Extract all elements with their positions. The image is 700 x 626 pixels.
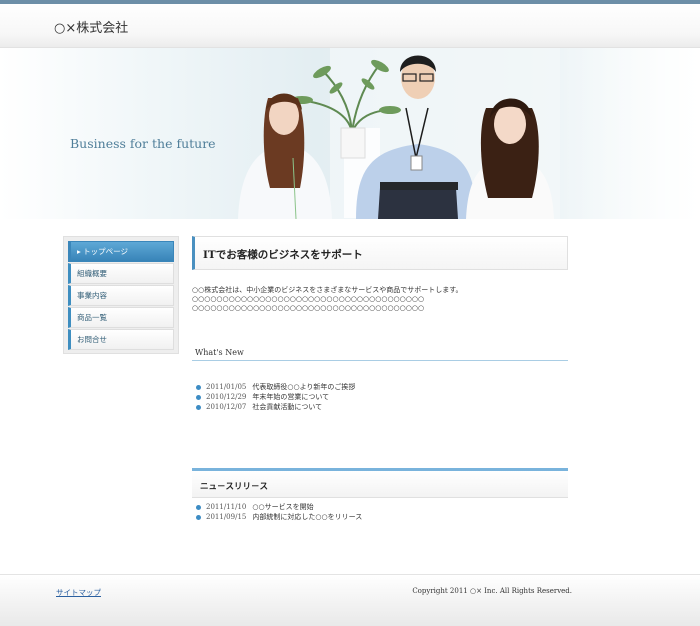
hero-banner: Business for the future	[0, 48, 700, 219]
sidebar-item-top-page[interactable]: ▸ トップページ	[68, 241, 174, 262]
news-text[interactable]: 代表取締役○○より新年のご挨拶	[252, 382, 355, 392]
news-text[interactable]: 社会貢献活動について	[252, 402, 322, 412]
press-release-list: 2011/11/10 ○○サービスを開始 2011/09/15 内部統制に対応し…	[196, 502, 566, 522]
sitemap-link[interactable]: サイトマップ	[56, 587, 101, 598]
press-release-heading: ニュ－スリリ－ス	[200, 482, 269, 492]
sidebar-item-company-overview[interactable]: 組織概要	[68, 263, 174, 284]
bullet-icon	[196, 514, 201, 520]
news-date: 2010/12/07	[206, 403, 247, 411]
list-item[interactable]: 2011/01/05 代表取締役○○より新年のご挨拶	[196, 382, 566, 392]
sidebar-nav: ▸ トップページ 組織概要 事業内容 商品一覧 お問合せ	[63, 236, 179, 354]
copyright-text: Copyright 2011 ○× Inc. All Rights Reserv…	[412, 587, 572, 595]
list-item[interactable]: 2010/12/07 社会貢献活動について	[196, 402, 566, 412]
press-date: 2011/09/15	[206, 513, 247, 521]
hero-photo	[238, 48, 700, 219]
whats-new-list: 2011/01/05 代表取締役○○より新年のご挨拶 2010/12/29 年末…	[196, 382, 566, 412]
whats-new-heading: What's New	[192, 348, 568, 361]
news-text[interactable]: 年末年始の営業について	[252, 392, 329, 402]
press-text[interactable]: 内部統制に対応した○○をリリース	[252, 512, 362, 522]
list-item[interactable]: 2011/09/15 内部統制に対応した○○をリリース	[196, 512, 566, 522]
bullet-icon	[196, 384, 201, 390]
sidebar-item-products[interactable]: 商品一覧	[68, 307, 174, 328]
list-item[interactable]: 2010/12/29 年末年始の営業について	[196, 392, 566, 402]
hero-tagline: Business for the future	[70, 136, 216, 151]
bullet-icon	[196, 404, 201, 410]
sidebar-item-business[interactable]: 事業内容	[68, 285, 174, 306]
list-item[interactable]: 2011/11/10 ○○サービスを開始	[196, 502, 566, 512]
news-date: 2011/01/05	[206, 383, 247, 391]
page-heading-box: ITでお客様のビジネスをサポート	[192, 236, 568, 270]
site-header: ○×株式会社	[0, 4, 700, 48]
press-date: 2011/11/10	[206, 503, 247, 511]
press-release-heading-box: ニュ－スリリ－ス	[192, 468, 568, 498]
press-text[interactable]: ○○サービスを開始	[252, 502, 313, 512]
site-footer: サイトマップ Copyright 2011 ○× Inc. All Rights…	[0, 574, 700, 626]
news-date: 2010/12/29	[206, 393, 247, 401]
bullet-icon	[196, 394, 201, 400]
page-title: ITでお客様のビジネスをサポート	[203, 249, 363, 261]
intro-text: ○○株式会社は、中小企業のビジネスをさまざまなサービスや商品でサポートします。 …	[192, 286, 463, 312]
sidebar-item-contact[interactable]: お問合せ	[68, 329, 174, 350]
bullet-icon	[196, 504, 201, 510]
site-logo[interactable]: ○×株式会社	[54, 17, 128, 36]
